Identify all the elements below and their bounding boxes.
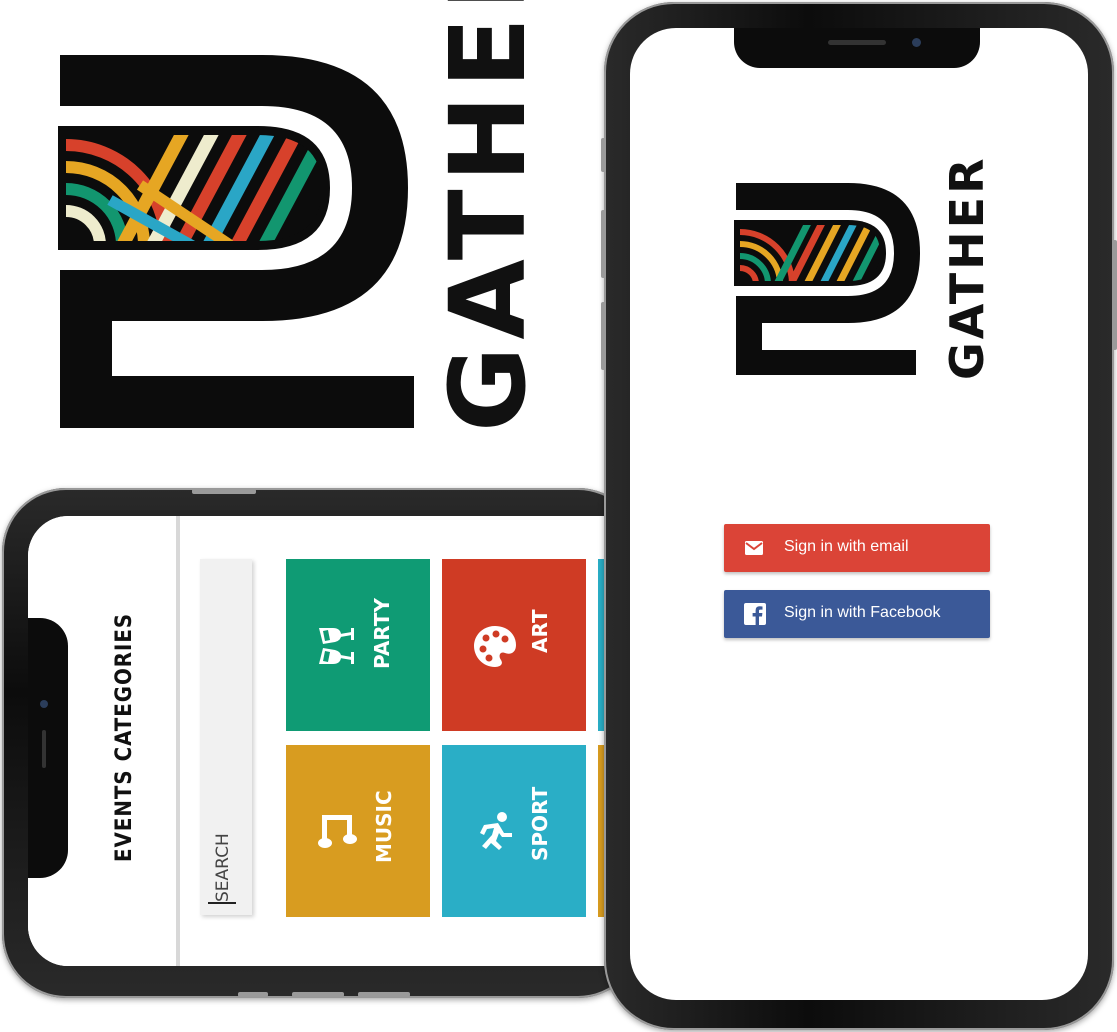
phone-button bbox=[292, 992, 344, 997]
phone-notch bbox=[28, 618, 68, 878]
tile-label: PARTY bbox=[370, 598, 394, 669]
phone-button bbox=[238, 992, 268, 997]
tile-label: SPORT bbox=[528, 786, 552, 861]
tile-label: ART bbox=[528, 609, 552, 653]
search-placeholder: SEARCH bbox=[213, 833, 233, 902]
search-input[interactable]: SEARCH bbox=[200, 559, 252, 915]
speaker-grille bbox=[42, 730, 46, 768]
category-tile-art[interactable]: ART bbox=[442, 559, 586, 731]
cheers-glasses-icon bbox=[319, 628, 354, 664]
button-label: Sign in with Facebook bbox=[784, 604, 941, 621]
categories-screen: EVENTS CATEGORIES SEARCH PARTY ART MUSIC… bbox=[28, 516, 642, 966]
sign-in-email-button[interactable]: Sign in with email bbox=[724, 524, 990, 572]
page-title: EVENTS CATEGORIES bbox=[112, 612, 137, 862]
paint-palette-icon bbox=[474, 626, 516, 667]
tile-label: MUSIC bbox=[372, 790, 396, 863]
phone-portrait: GATHER Sign in with email Sign in with F… bbox=[601, 2, 1117, 1030]
phone-button bbox=[601, 138, 606, 172]
login-screen: GATHER Sign in with email Sign in with F… bbox=[630, 28, 1088, 1000]
category-tile-music[interactable]: MUSIC bbox=[286, 745, 430, 917]
sign-in-facebook-button[interactable]: Sign in with Facebook bbox=[724, 590, 990, 638]
mail-icon bbox=[745, 541, 763, 555]
phone-landscape: EVENTS CATEGORIES SEARCH PARTY ART MUSIC… bbox=[2, 488, 642, 998]
logo-mark bbox=[734, 183, 920, 375]
camera-icon bbox=[40, 700, 48, 708]
brand-logo-large: GATHER bbox=[0, 0, 600, 520]
logo-wordmark-large: GATHER bbox=[427, 0, 549, 432]
phone-button bbox=[358, 992, 410, 997]
music-note-icon bbox=[318, 815, 357, 848]
phone-button bbox=[1112, 240, 1117, 350]
facebook-icon bbox=[744, 603, 766, 625]
phone-button bbox=[601, 302, 606, 370]
running-person-icon bbox=[480, 812, 512, 850]
phone-button bbox=[601, 210, 606, 278]
category-tile-sport[interactable]: SPORT bbox=[442, 745, 586, 917]
button-label: Sign in with email bbox=[784, 538, 909, 555]
logo-wordmark: GATHER bbox=[940, 155, 994, 380]
phone-button bbox=[192, 489, 256, 494]
text-caret bbox=[208, 902, 236, 904]
login-logo: GATHER bbox=[630, 28, 1088, 428]
category-tile-party[interactable]: PARTY bbox=[286, 559, 430, 731]
